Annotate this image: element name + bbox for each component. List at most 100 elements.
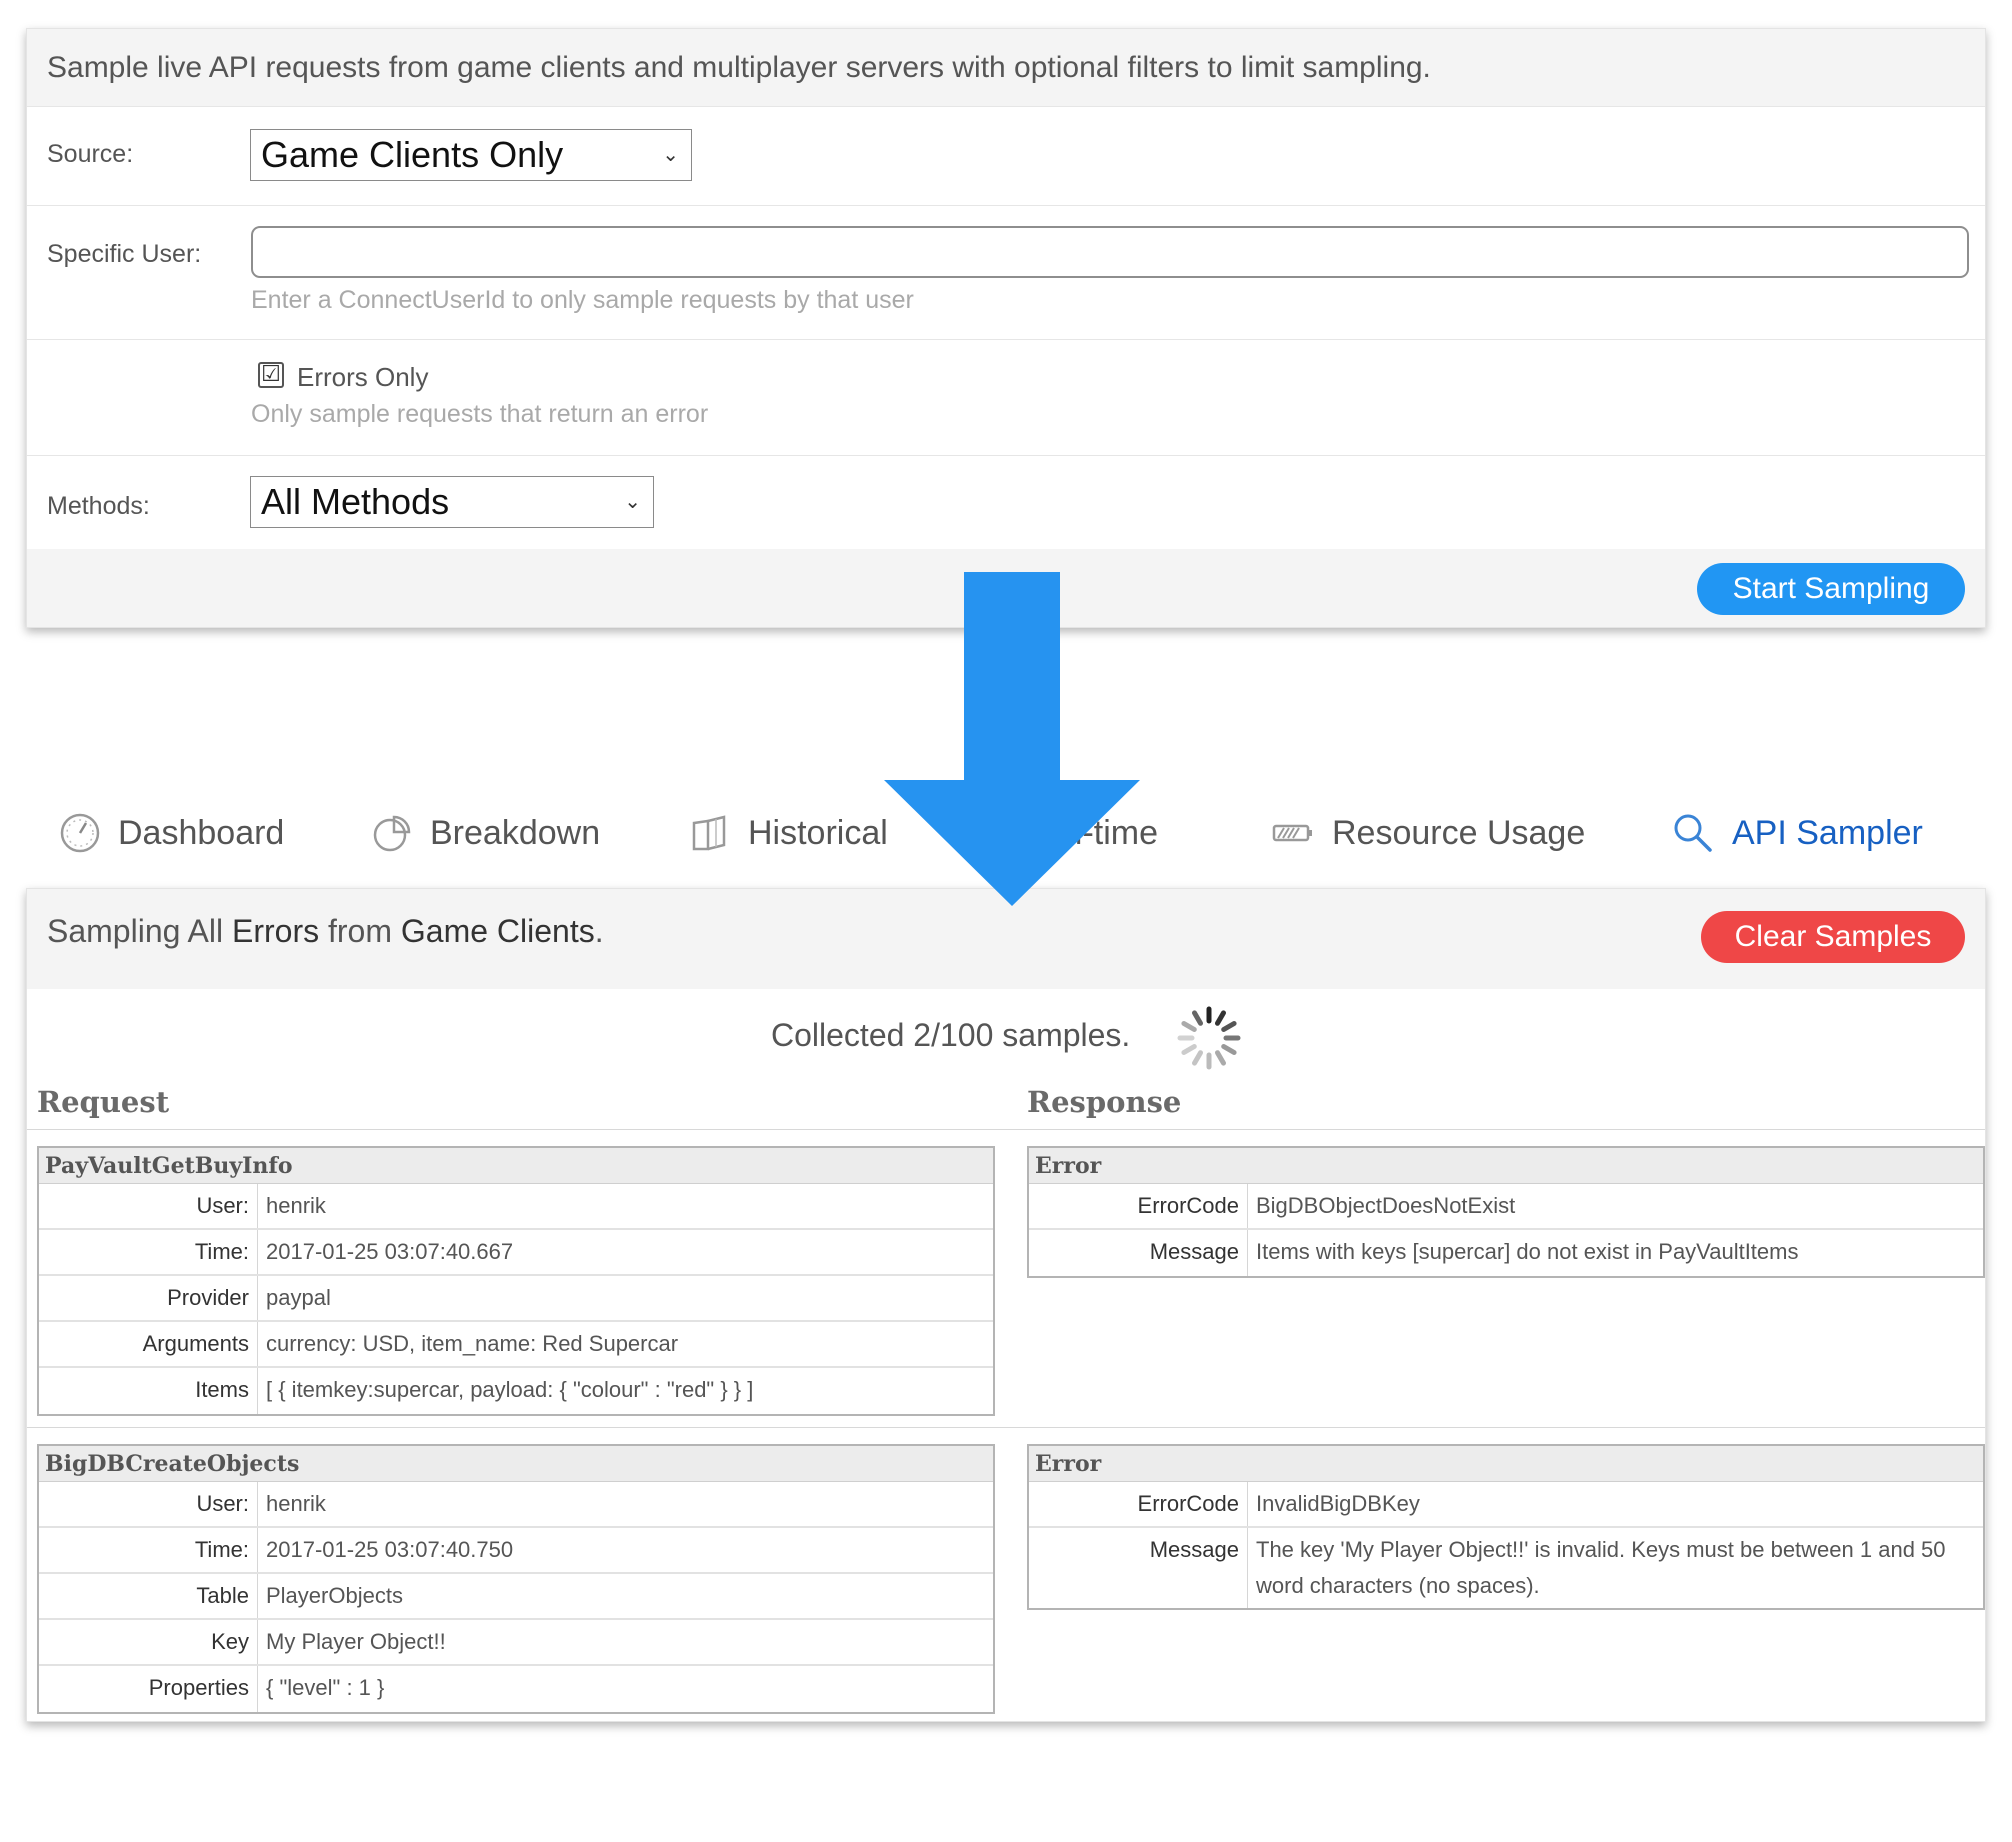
table-row: Message Items with keys [supercar] do not…: [1029, 1230, 1983, 1276]
row-value: 2017-01-25 03:07:40.750: [266, 1537, 514, 1562]
table-row: Time: 2017-01-25 03:07:40.750: [39, 1528, 993, 1574]
divider: [27, 1427, 1985, 1428]
row-value: BigDBObjectDoesNotExist: [1256, 1193, 1516, 1218]
table-row: Provider paypal: [39, 1276, 993, 1322]
battery-icon: [1272, 824, 1312, 842]
response-card: Error ErrorCode BigDBObjectDoesNotExist M…: [1027, 1146, 1985, 1278]
source-label: Source:: [47, 140, 134, 168]
table-row: Properties { "level" : 1 }: [39, 1666, 993, 1712]
row-key: User:: [39, 1482, 258, 1526]
sampling-form-panel: Sample live API requests from game clien…: [26, 28, 1986, 628]
tab-label: Breakdown: [430, 813, 601, 852]
table-row: ErrorCode BigDBObjectDoesNotExist: [1029, 1184, 1983, 1230]
tab-historical[interactable]: Historical: [690, 808, 888, 858]
table-row: Arguments currency: USD, item_name: Red S…: [39, 1322, 993, 1368]
tab-breakdown[interactable]: Breakdown: [372, 808, 600, 858]
clear-samples-button[interactable]: Clear Samples: [1701, 911, 1965, 963]
request-card: BigDBCreateObjects User: henrik Time: 2017…: [37, 1444, 995, 1714]
row-value: PlayerObjects: [266, 1583, 403, 1608]
row-value: The key 'My Player Object!!' is invalid.…: [1256, 1537, 1946, 1598]
row-key: Key: [39, 1620, 258, 1664]
errors-only-row: ☑ Errors Only Only sample requests that …: [27, 340, 1985, 456]
row-value: currency: USD, item_name: Red Supercar: [266, 1331, 679, 1356]
table-row: User: henrik: [39, 1184, 993, 1230]
title-text: .: [594, 913, 604, 949]
row-key: ErrorCode: [1029, 1482, 1248, 1526]
row-key: ErrorCode: [1029, 1184, 1248, 1228]
row-value: { "level" : 1 }: [266, 1675, 385, 1700]
search-icon: [1674, 814, 1712, 852]
row-value: 2017-01-25 03:07:40.667: [266, 1239, 514, 1264]
row-key: Time:: [39, 1230, 258, 1274]
request-method: PayVaultGetBuyInfo: [39, 1148, 993, 1184]
dashboard-gauge-icon: [60, 813, 100, 853]
row-value: [ { itemkey:supercar, payload: { "colour…: [266, 1377, 754, 1402]
title-text: Sampling All: [47, 913, 232, 949]
sampling-results-panel: Sampling All Errors from Game Clients. C…: [26, 888, 1986, 1722]
errors-only-hint: Only sample requests that return an erro…: [251, 400, 709, 428]
row-key: User:: [39, 1184, 258, 1228]
table-row: User: henrik: [39, 1482, 993, 1528]
tab-resource-usage[interactable]: Resource Usage: [1272, 808, 1585, 858]
tab-label: API Sampler: [1732, 813, 1923, 852]
row-key: Items: [39, 1368, 258, 1414]
divider: [27, 1129, 1985, 1130]
tab-label: Dashboard: [118, 813, 285, 852]
response-card: Error ErrorCode InvalidBigDBKey Message Th…: [1027, 1444, 1985, 1610]
table-row: ErrorCode InvalidBigDBKey: [1029, 1482, 1983, 1528]
row-value: paypal: [266, 1285, 331, 1310]
table-row: Key My Player Object!!: [39, 1620, 993, 1666]
row-key: Provider: [39, 1276, 258, 1320]
row-key: Message: [1029, 1230, 1248, 1276]
results-title: Sampling All Errors from Game Clients.: [47, 913, 604, 950]
errors-only-checkbox[interactable]: ☑: [258, 362, 284, 388]
start-sampling-button[interactable]: Start Sampling: [1697, 563, 1965, 615]
request-card: PayVaultGetBuyInfo User: henrik Time: 2017…: [37, 1146, 995, 1416]
title-text: from: [319, 913, 401, 949]
row-key: Time:: [39, 1528, 258, 1572]
down-arrow-icon: [884, 572, 1140, 906]
row-value: My Player Object!!: [266, 1629, 446, 1654]
table-row: Table PlayerObjects: [39, 1574, 993, 1620]
methods-select[interactable]: All Methods ⌄: [250, 476, 654, 528]
specific-user-row: Specific User: Enter a ConnectUserId to …: [27, 206, 1985, 340]
methods-label: Methods:: [47, 492, 150, 520]
row-value: henrik: [266, 1193, 326, 1218]
source-select[interactable]: Game Clients Only ⌄: [250, 129, 692, 181]
tab-label: Historical: [748, 813, 888, 852]
form-intro-text: Sample live API requests from game clien…: [27, 29, 1985, 107]
pie-chart-icon: [373, 815, 411, 852]
tab-dashboard[interactable]: Dashboard: [60, 808, 284, 858]
request-heading: Request: [37, 1085, 170, 1119]
row-value: Items with keys [supercar] do not exist …: [1256, 1239, 1799, 1264]
methods-select-value: All Methods: [261, 481, 450, 522]
source-row: Source: Game Clients Only ⌄: [27, 107, 1985, 206]
book-icon: [692, 815, 726, 851]
row-value: henrik: [266, 1491, 326, 1516]
title-source: Game Clients: [400, 913, 595, 949]
request-method: BigDBCreateObjects: [39, 1446, 993, 1482]
tab-api-sampler[interactable]: API Sampler: [1672, 808, 1923, 858]
row-key: Properties: [39, 1666, 258, 1712]
loading-spinner-icon: [1177, 1006, 1241, 1070]
response-title: Error: [1029, 1446, 1983, 1482]
chevron-down-icon: ⌄: [624, 491, 641, 513]
source-select-value: Game Clients Only: [261, 134, 564, 175]
row-key: Arguments: [39, 1322, 258, 1366]
row-value: InvalidBigDBKey: [1256, 1491, 1420, 1516]
table-row: Time: 2017-01-25 03:07:40.667: [39, 1230, 993, 1276]
response-heading: Response: [1027, 1085, 1182, 1119]
row-key: Table: [39, 1574, 258, 1618]
tab-label: Resource Usage: [1332, 813, 1586, 852]
table-row: Items [ { itemkey:supercar, payload: { "c…: [39, 1368, 993, 1414]
specific-user-label: Specific User:: [47, 240, 202, 268]
chevron-down-icon: ⌄: [662, 144, 679, 166]
response-title: Error: [1029, 1148, 1983, 1184]
errors-only-label[interactable]: Errors Only: [297, 362, 428, 393]
specific-user-input[interactable]: [251, 226, 1969, 278]
row-key: Message: [1029, 1528, 1248, 1608]
title-filter: Errors: [231, 913, 320, 949]
table-row: Message The key 'My Player Object!!' is i…: [1029, 1528, 1983, 1608]
collected-count: Collected 2/100 samples.: [771, 1017, 1131, 1053]
specific-user-hint: Enter a ConnectUserId to only sample req…: [251, 286, 914, 314]
